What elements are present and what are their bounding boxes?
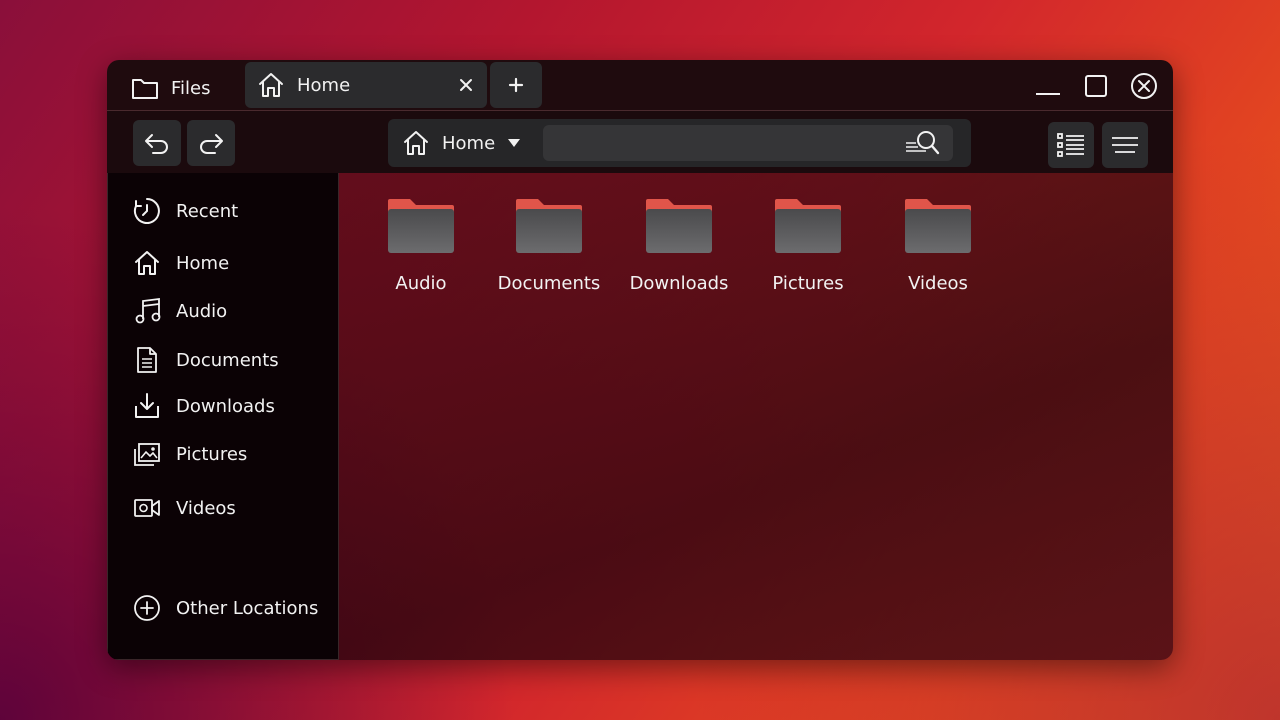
search-input[interactable] <box>543 125 953 161</box>
home-icon <box>132 248 162 278</box>
home-icon <box>257 71 285 99</box>
sidebar-item-audio[interactable]: Audio <box>132 295 227 327</box>
redo-arrow-icon <box>197 131 225 155</box>
close-tab-icon[interactable] <box>455 74 477 96</box>
folder-item-downloads[interactable]: Downloads <box>624 197 734 307</box>
folder-item-audio[interactable]: Audio <box>366 197 476 307</box>
folder-item-pictures[interactable]: Pictures <box>753 197 863 307</box>
sidebar-item-label: Home <box>176 252 230 274</box>
music-icon <box>132 296 162 326</box>
folder-icon <box>644 197 714 255</box>
sidebar-item-label: Downloads <box>176 395 275 417</box>
folder-icon <box>773 197 843 255</box>
minimize-button[interactable] <box>1033 72 1063 100</box>
folder-name: Videos <box>908 273 968 294</box>
folder-icon <box>131 76 159 100</box>
tab-home[interactable]: Home <box>245 62 487 108</box>
tab-label: Home <box>297 74 351 96</box>
folder-item-videos[interactable]: Videos <box>883 197 993 307</box>
sidebar: Recent Home Audio Documents Downloads Pi… <box>107 173 339 660</box>
app-title-label: Files <box>171 77 211 99</box>
plus-circle-icon <box>132 593 162 623</box>
sidebar-item-label: Pictures <box>176 443 248 465</box>
sidebar-item-videos[interactable]: Videos <box>132 492 236 524</box>
forward-button[interactable] <box>187 120 235 166</box>
sidebar-item-label: Audio <box>176 300 228 322</box>
folder-item-documents[interactable]: Documents <box>494 197 604 307</box>
sidebar-item-label: Documents <box>176 349 279 371</box>
window-controls <box>1033 72 1159 100</box>
search-icon[interactable] <box>904 128 940 158</box>
plus-icon <box>508 77 524 93</box>
sidebar-item-other-locations[interactable]: Other Locations <box>132 592 318 624</box>
path-label: Home <box>442 132 496 154</box>
list-view-icon <box>1056 131 1086 159</box>
folder-name: Pictures <box>772 273 844 294</box>
sidebar-item-documents[interactable]: Documents <box>132 344 279 376</box>
app-title: Files <box>131 74 211 102</box>
pictures-icon <box>132 439 162 469</box>
title-bar: Files Home <box>107 60 1173 111</box>
file-view: Audio Documents Downloads Pictures Video… <box>339 173 1173 660</box>
chevron-down-icon <box>507 138 521 148</box>
sidebar-item-pictures[interactable]: Pictures <box>132 438 247 470</box>
new-tab-button[interactable] <box>490 62 542 108</box>
sidebar-item-recent[interactable]: Recent <box>132 195 238 227</box>
document-icon <box>132 345 162 375</box>
home-icon <box>402 129 430 157</box>
undo-arrow-icon <box>143 131 171 155</box>
back-button[interactable] <box>133 120 181 166</box>
path-home-button[interactable]: Home <box>402 129 521 157</box>
path-bar: Home <box>388 119 971 167</box>
files-window: Files Home Home Recent Home Audio Docume… <box>107 60 1173 660</box>
sidebar-item-home[interactable]: Home <box>132 247 229 279</box>
folder-icon <box>514 197 584 255</box>
toolbar: Home <box>107 111 1173 173</box>
menu-button[interactable] <box>1102 122 1148 168</box>
video-icon <box>132 493 162 523</box>
close-window-button[interactable] <box>1129 72 1159 100</box>
hamburger-menu-icon <box>1111 135 1139 155</box>
folder-name: Documents <box>497 273 601 294</box>
list-view-button[interactable] <box>1048 122 1094 168</box>
folder-name: Audio <box>395 273 447 294</box>
folder-icon <box>903 197 973 255</box>
folder-icon <box>386 197 456 255</box>
sidebar-item-downloads[interactable]: Downloads <box>132 390 275 422</box>
maximize-button[interactable] <box>1081 72 1111 100</box>
folder-name: Downloads <box>629 273 729 294</box>
clock-icon <box>132 196 162 226</box>
download-icon <box>132 391 162 421</box>
sidebar-item-label: Videos <box>176 497 236 519</box>
sidebar-item-label: Other Locations <box>176 597 319 619</box>
sidebar-item-label: Recent <box>176 200 239 222</box>
